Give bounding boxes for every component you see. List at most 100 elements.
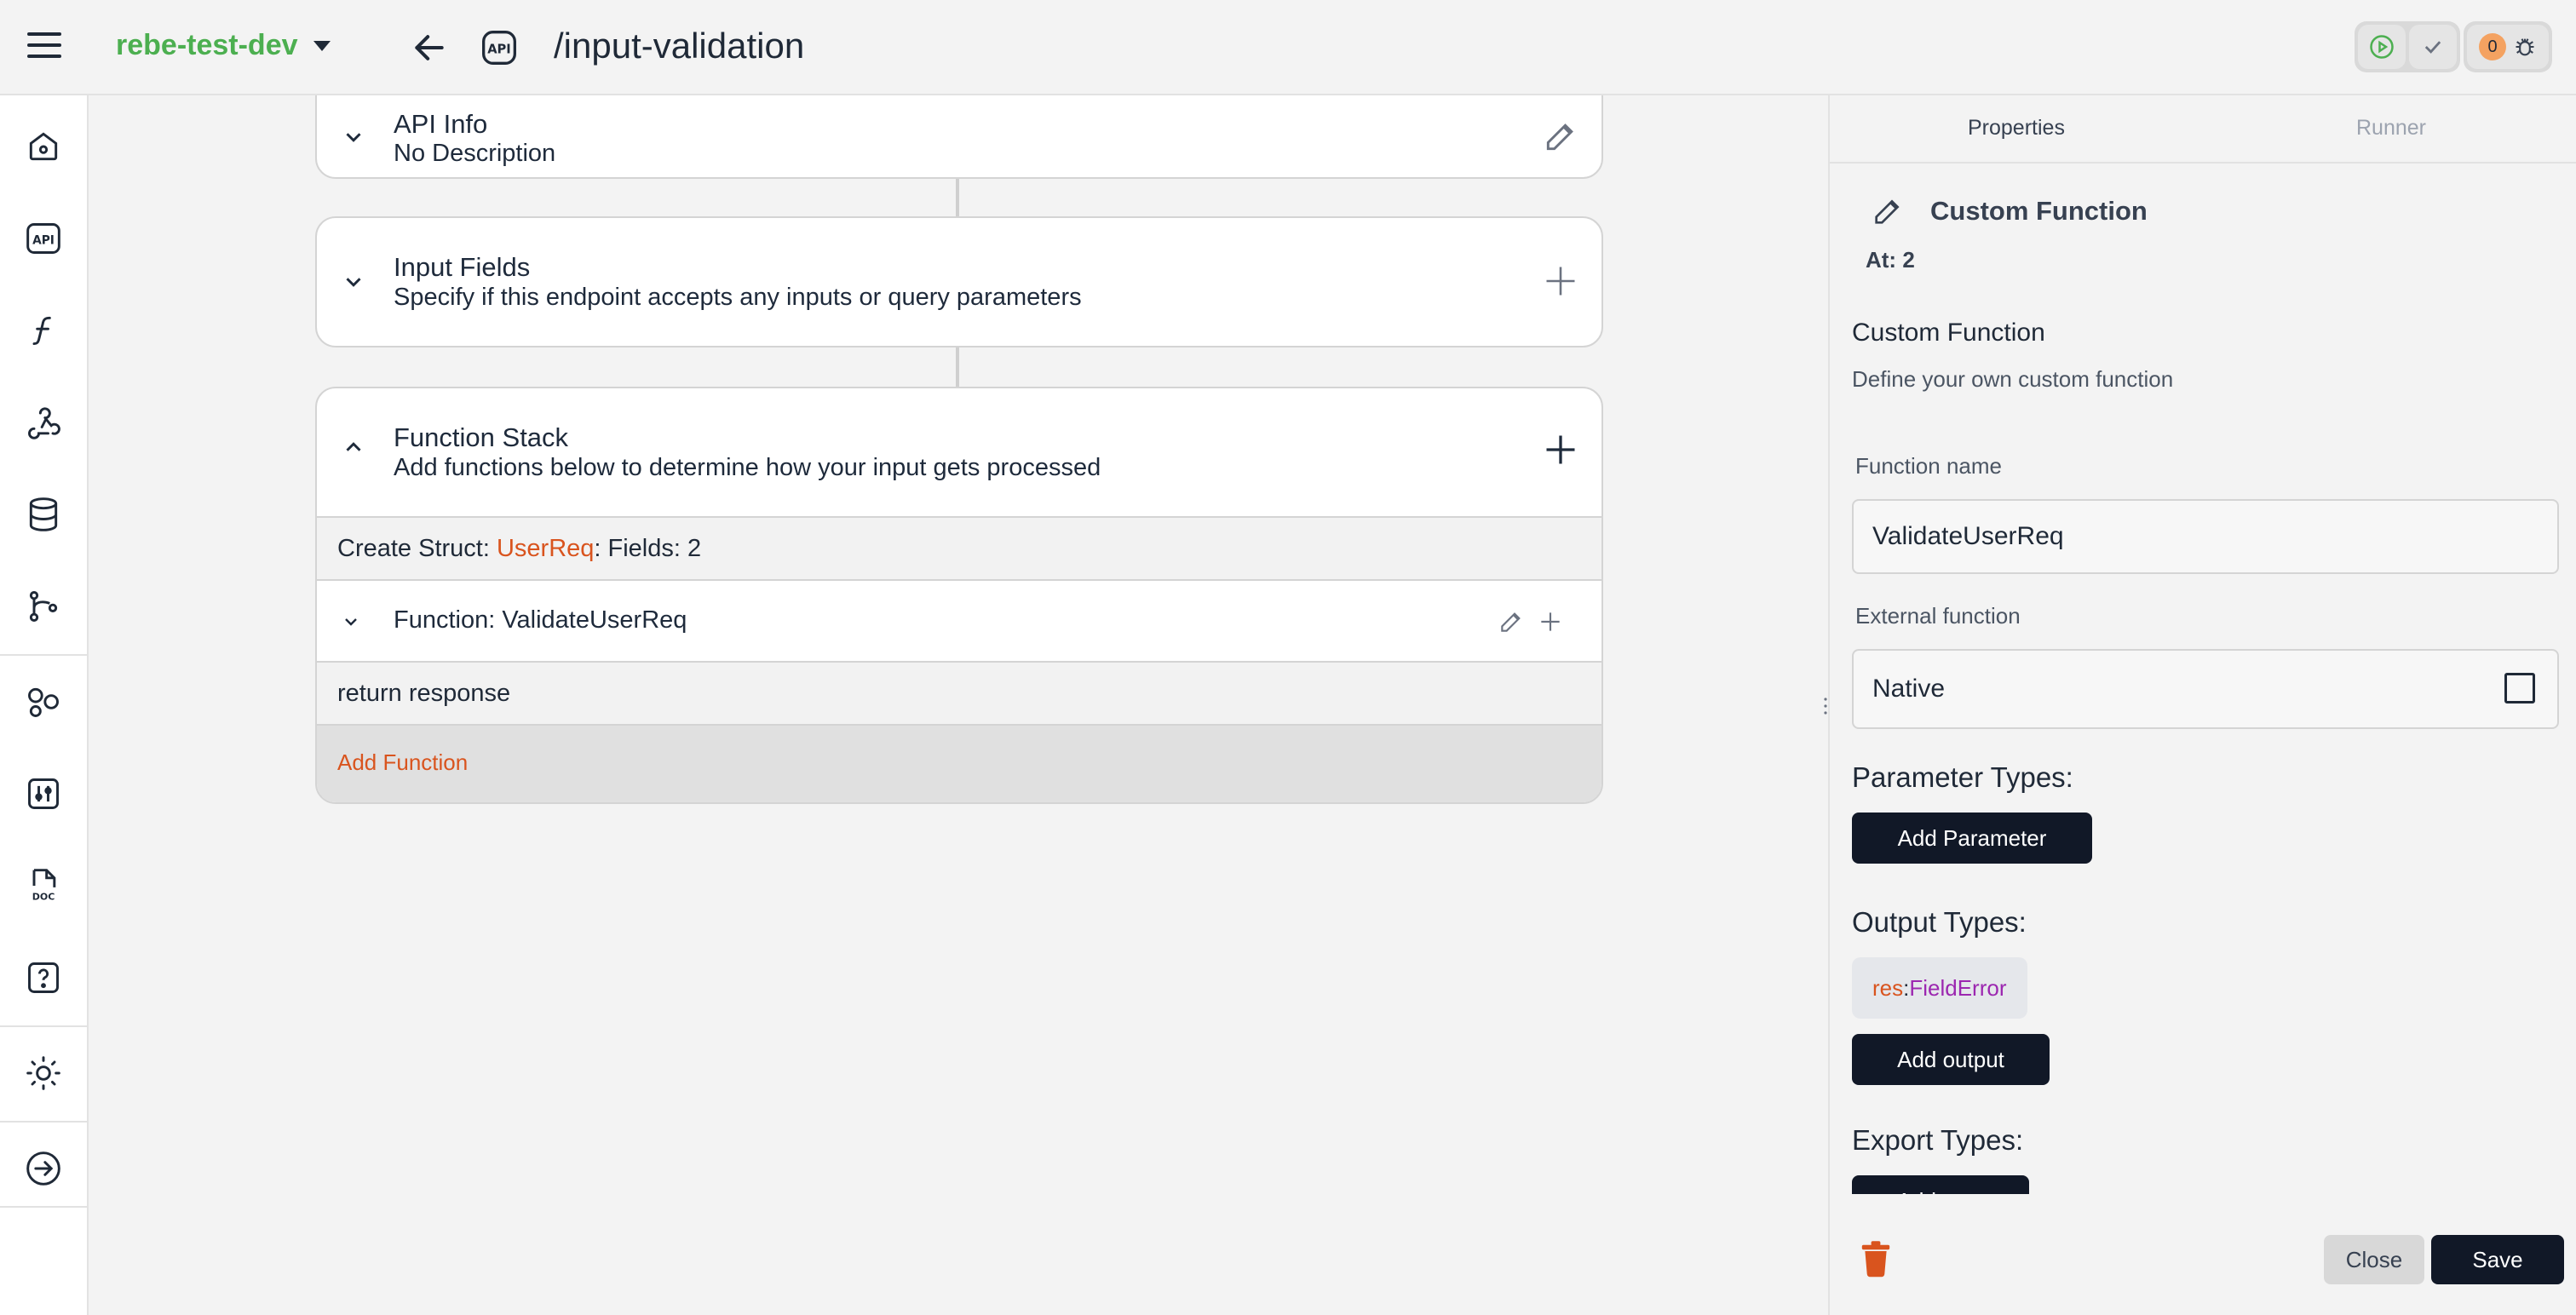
panel-tabs: Properties Runner: [1830, 95, 2576, 164]
play-icon: [2370, 35, 2394, 59]
api-icon: API: [482, 31, 516, 65]
chevron-down-icon[interactable]: [341, 124, 366, 150]
check-button[interactable]: [2409, 25, 2457, 69]
tab-properties[interactable]: Properties: [1968, 116, 2065, 141]
section-title: Custom Function: [1852, 319, 2045, 347]
svg-text:API: API: [487, 42, 511, 56]
sidebar-divider: [0, 1206, 87, 1208]
check-icon: [2424, 41, 2441, 54]
connector-line: [956, 347, 959, 387]
api-info-subtitle: No Description: [394, 140, 556, 167]
top-actions: 0: [2355, 21, 2552, 72]
section-description: Define your own custom function: [1852, 366, 2174, 392]
git-branch-icon: [29, 591, 58, 622]
sidebar-item-help[interactable]: [0, 932, 87, 1024]
function-stack-card: Function Stack Add functions below to de…: [315, 387, 1603, 804]
input-fields-title: Input Fields: [394, 252, 531, 282]
add-function-row: Add Function: [317, 724, 1601, 802]
add-icon[interactable]: [1537, 608, 1564, 635]
input-fields-card[interactable]: Input Fields Specify if this endpoint ac…: [315, 216, 1603, 347]
back-arrow-icon[interactable]: [411, 29, 448, 66]
function-row[interactable]: Function: ValidateUserReq: [317, 579, 1601, 661]
external-function-field[interactable]: Native: [1852, 649, 2559, 729]
function-canvas: API Info No Description Input Fields Spe…: [89, 95, 1828, 1315]
panel-footer: Close Save: [1830, 1194, 2576, 1315]
page-title: /input-validation: [554, 26, 805, 66]
run-button[interactable]: [2358, 25, 2406, 69]
sidebar: API DOC: [0, 95, 89, 1315]
output-types-heading: Output Types:: [1852, 906, 2027, 938]
logout-icon: [26, 1151, 60, 1186]
run-check-group: [2355, 21, 2460, 72]
sidebar-item-webhooks[interactable]: [0, 376, 87, 468]
sidebar-item-home[interactable]: [0, 100, 87, 192]
project-name: rebe-test-dev: [116, 29, 298, 61]
api-info-title: API Info: [394, 109, 488, 139]
menu-icon[interactable]: [27, 32, 61, 63]
doc-icon: DOC: [32, 869, 56, 903]
output-type: FieldError: [1909, 974, 2007, 1001]
caret-down-icon: [313, 40, 331, 51]
function-name-value: ValidateUserReq: [1872, 522, 2064, 550]
add-parameter-button[interactable]: Add Parameter: [1852, 813, 2092, 864]
pencil-icon: [1875, 199, 1900, 224]
sidebar-item-settings[interactable]: [0, 748, 87, 840]
add-function-link[interactable]: Add Function: [337, 749, 468, 776]
chevron-up-icon[interactable]: [341, 434, 366, 460]
sidebar-item-shapes[interactable]: [0, 656, 87, 748]
api-icon: API: [26, 223, 60, 254]
external-function-checkbox[interactable]: [2504, 673, 2535, 703]
create-struct-suffix: : Fields: 2: [594, 535, 702, 562]
function-name-input[interactable]: ValidateUserReq: [1852, 499, 2559, 574]
export-types-heading: Export Types:: [1852, 1124, 2024, 1156]
add-function-icon[interactable]: [1542, 431, 1579, 468]
sidebar-item-api[interactable]: API: [0, 192, 87, 284]
chevron-down-icon[interactable]: [341, 612, 361, 632]
add-type-button[interactable]: Add type: [1852, 1175, 2029, 1194]
function-stack-subtitle: Add functions below to determine how you…: [394, 454, 1101, 481]
output-type-chip[interactable]: res: FieldError: [1852, 957, 2027, 1019]
sidebar-item-theme[interactable]: [0, 1027, 87, 1119]
properties-panel: Properties Runner Custom Function At: 2 …: [1828, 95, 2576, 1315]
save-button[interactable]: Save: [2431, 1235, 2564, 1284]
tab-runner[interactable]: Runner: [2356, 116, 2426, 141]
close-button[interactable]: Close: [2324, 1235, 2424, 1284]
top-bar: rebe-test-dev API /input-validation 0: [0, 0, 2576, 95]
home-icon: [29, 132, 58, 161]
external-function-label: External function: [1855, 603, 2021, 629]
sidebar-item-functions[interactable]: [0, 284, 87, 376]
panel-title: Custom Function: [1930, 196, 2148, 226]
errors-group: 0: [2464, 21, 2552, 72]
settings-icon: [28, 778, 59, 809]
edit-icon[interactable]: [1542, 118, 1579, 155]
function-stack-title: Function Stack: [394, 422, 569, 452]
help-icon: [28, 962, 59, 993]
return-label: return response: [337, 680, 511, 707]
create-struct-prefix: Create Struct:: [337, 535, 497, 562]
trash-icon[interactable]: [1860, 1240, 1891, 1278]
external-function-value: Native: [1872, 675, 1946, 703]
sidebar-item-git[interactable]: [0, 560, 87, 652]
sidebar-item-database[interactable]: [0, 468, 87, 560]
sidebar-item-logout[interactable]: [0, 1123, 87, 1215]
bug-icon: [2516, 38, 2534, 56]
project-selector[interactable]: rebe-test-dev: [116, 29, 331, 62]
output-separator: :: [1903, 974, 1910, 1001]
panel-content: Custom Function At: 2 Custom Function De…: [1830, 164, 2576, 1194]
add-output-button[interactable]: Add output: [1852, 1034, 2050, 1085]
input-fields-subtitle: Specify if this endpoint accepts any inp…: [394, 284, 1082, 311]
edit-icon[interactable]: [1498, 608, 1525, 635]
svg-text:API: API: [32, 233, 55, 247]
chevron-down-icon[interactable]: [341, 269, 366, 295]
function-label: Function: ValidateUserReq: [394, 606, 687, 634]
error-count-badge: 0: [2479, 33, 2506, 60]
function-icon: [32, 316, 51, 346]
api-info-card[interactable]: API Info No Description: [315, 95, 1603, 179]
struct-name: UserReq: [496, 535, 595, 562]
sidebar-item-docs[interactable]: DOC: [0, 840, 87, 932]
create-struct-row[interactable]: Create Struct: UserReq: Fields: 2: [317, 516, 1601, 579]
add-icon[interactable]: [1542, 262, 1579, 300]
parameter-types-heading: Parameter Types:: [1852, 761, 2073, 793]
return-row[interactable]: return response: [317, 661, 1601, 724]
errors-button[interactable]: 0: [2467, 25, 2549, 69]
